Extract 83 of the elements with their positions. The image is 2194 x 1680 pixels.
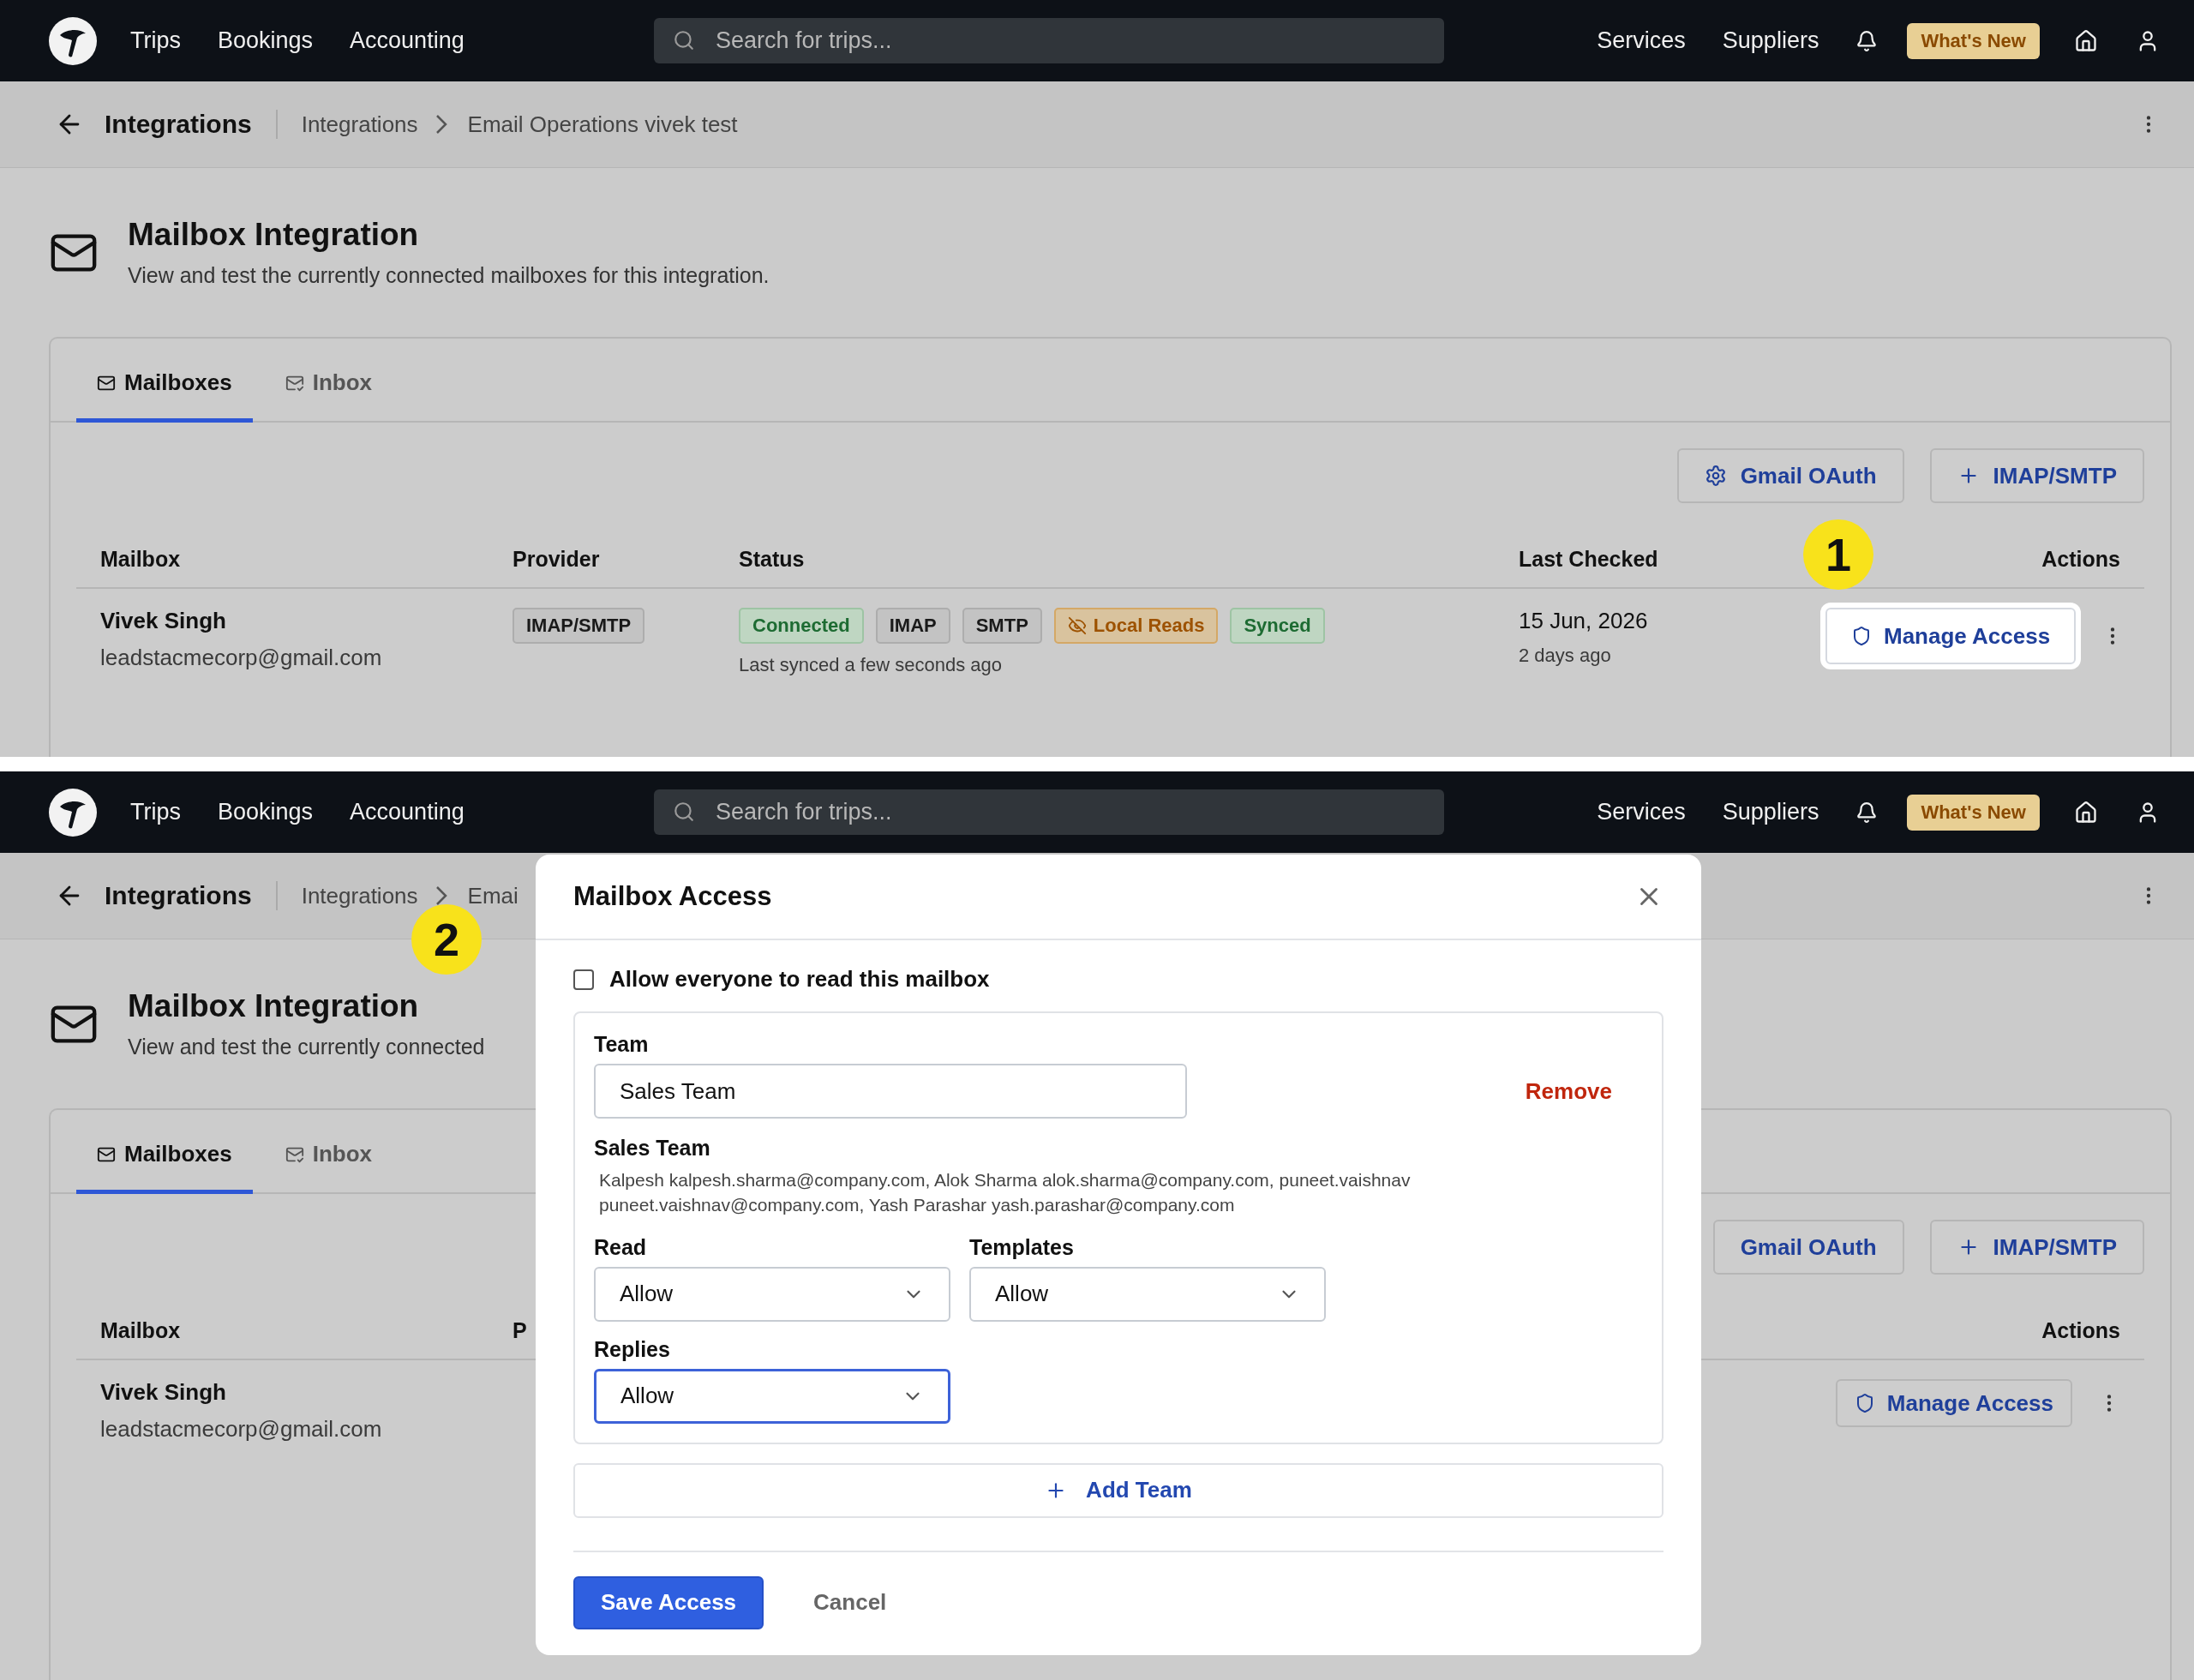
status-tag: Connected	[739, 608, 864, 644]
nav-link[interactable]: Services	[1597, 27, 1686, 54]
nav-link[interactable]: Bookings	[218, 799, 314, 825]
nav-link[interactable]: Services	[1597, 799, 1686, 825]
mailbox-email: leadstacmecorp@gmail.com	[100, 645, 382, 671]
nav-link[interactable]: Trips	[130, 799, 181, 825]
tab[interactable]: Inbox	[264, 369, 393, 423]
search-field[interactable]: Search for trips...	[654, 789, 1444, 835]
logo	[48, 787, 98, 837]
column-header: Mailbox	[100, 547, 181, 572]
whats-new-button[interactable]: What's New	[1907, 22, 2040, 59]
settings-icon	[1704, 465, 1727, 487]
modal-title: Mailbox Access	[573, 881, 772, 912]
column-header: Mailbox	[100, 1318, 181, 1343]
cancel-button[interactable]: Cancel	[808, 1588, 892, 1617]
home-icon[interactable]	[2074, 800, 2098, 825]
section-title: Mailbox Integration	[128, 217, 420, 253]
section-subtitle: View and test the currently connected	[128, 1035, 485, 1059]
column-header: Provider	[513, 547, 600, 572]
section-title: Mailbox Integration	[128, 988, 420, 1024]
checkbox-label: Allow everyone to read this mailbox	[609, 966, 990, 993]
team-name: Sales Team	[594, 1136, 711, 1161]
toolbar-button[interactable]: Gmail OAuth	[1712, 1220, 1904, 1275]
breadcrumb-link[interactable]: Integrations	[301, 111, 418, 138]
column-header: Status	[739, 547, 805, 572]
field-label: Read	[594, 1234, 648, 1260]
field-label: Replies	[594, 1336, 671, 1362]
toolbar-button[interactable]: Gmail OAuth	[1676, 448, 1904, 503]
step-number-badge: 2	[411, 904, 482, 975]
breadcrumb-link[interactable]: Email Operations vivek test	[467, 111, 738, 138]
nav-link[interactable]: Accounting	[350, 27, 465, 54]
home-icon[interactable]	[2074, 28, 2098, 53]
add-team-button[interactable]: Add Team	[573, 1462, 1663, 1518]
save-button[interactable]: Save Access	[573, 1575, 764, 1629]
remove-button[interactable]: Remove	[1520, 1077, 1617, 1106]
shield-icon	[1851, 626, 1872, 646]
search-icon	[673, 801, 695, 823]
provider-tag: IMAP/SMTP	[513, 608, 645, 644]
nav-link[interactable]: Suppliers	[1722, 27, 1819, 54]
column-header: P	[513, 1318, 527, 1343]
select-field[interactable]: Allow	[969, 1266, 1326, 1322]
nav-link[interactable]: Trips	[130, 27, 181, 54]
bell-icon[interactable]	[1855, 29, 1879, 52]
section-subtitle: View and test the currently connected mailboxes for this integration.	[128, 263, 770, 288]
tab[interactable]: Mailboxes	[76, 369, 253, 423]
nav-link[interactable]: Suppliers	[1722, 799, 1819, 825]
field-label: Team	[594, 1032, 650, 1057]
toolbar-button[interactable]: IMAP/SMTP	[1929, 1220, 2144, 1275]
status-tag: Local Reads	[1053, 608, 1219, 644]
search-icon	[673, 29, 695, 51]
select-field[interactable]: Allow	[594, 1368, 950, 1424]
tab[interactable]: Inbox	[264, 1141, 393, 1194]
mailbox-name: Vivek Singh	[100, 1379, 226, 1406]
member-list: Kalpesh kalpesh.sharma@company.com, Alok Sharma alok.sharma@company.com, puneet.vaishnav puneet.vaishnav@company.com, Yash Parashar yash.parashar@company.com	[594, 1167, 1502, 1218]
nav-link[interactable]: Bookings	[218, 27, 314, 54]
column-header: Actions	[2041, 547, 2120, 572]
chevron-icon	[435, 114, 447, 135]
date-text: 15 Jun, 2026	[1519, 608, 1648, 634]
whats-new-button[interactable]: What's New	[1907, 794, 2040, 831]
column-header: Last Checked	[1519, 547, 1658, 572]
page-title: Integrations	[105, 110, 278, 139]
search-field[interactable]: Search for trips...	[654, 18, 1444, 63]
manage-access-button[interactable]: Manage Access	[1835, 1379, 2072, 1427]
checkbox[interactable]	[573, 969, 594, 990]
mailbox-name: Vivek Singh	[100, 608, 226, 634]
page-title: Integrations	[105, 881, 278, 910]
eye-off-icon	[1067, 616, 1087, 635]
chevron-icon	[435, 885, 447, 906]
mailbox-email: leadstacmecorp@gmail.com	[100, 1416, 382, 1443]
sync-note: Last synced a few seconds ago	[739, 654, 1002, 676]
logo	[48, 15, 98, 66]
status-tag: Synced	[1230, 608, 1325, 644]
status-tag: SMTP	[962, 608, 1042, 644]
field-label: Templates	[969, 1234, 1075, 1260]
column-header: Actions	[2041, 1318, 2120, 1343]
tab[interactable]: Mailboxes	[76, 1141, 253, 1194]
team-field[interactable]: Sales Team	[594, 1064, 1187, 1119]
nav-link[interactable]: Accounting	[350, 799, 465, 825]
relative-time: 2 days ago	[1519, 645, 1611, 667]
select-field[interactable]: Allow	[594, 1266, 950, 1322]
toolbar-button[interactable]: IMAP/SMTP	[1929, 448, 2144, 503]
status-tag: IMAP	[875, 608, 950, 644]
bell-icon[interactable]	[1855, 801, 1879, 824]
